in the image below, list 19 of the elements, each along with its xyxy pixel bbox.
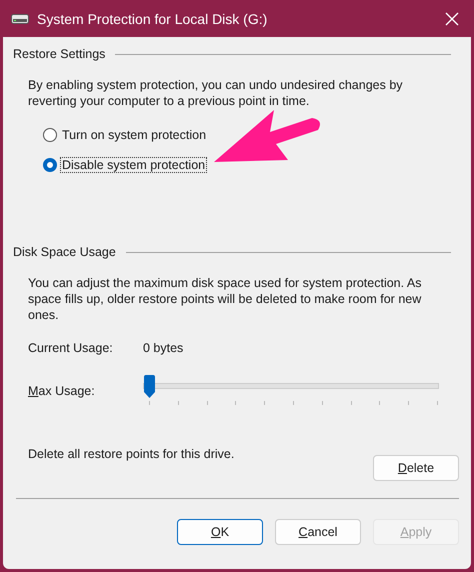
field-label: Max Usage:: [28, 384, 96, 398]
window-title: System Protection for Local Disk (G:): [37, 10, 268, 26]
radio-label[interactable]: Turn on system protection: [60, 127, 208, 143]
radio-button[interactable]: [43, 158, 57, 172]
dialog-button[interactable]: OK: [177, 519, 263, 545]
radio-label[interactable]: Disable system protection: [60, 157, 208, 173]
drive-icon: [11, 14, 29, 24]
section-heading: Restore Settings: [13, 47, 106, 61]
close-icon[interactable]: [445, 12, 459, 26]
field-value: 0 bytes: [143, 341, 184, 355]
delete-button[interactable]: Delete: [373, 455, 459, 481]
slider-thumb[interactable]: [143, 375, 156, 399]
description-text: You can adjust the maximum disk space used for system protection. As space fills up, older restore points will be deleted to make room for new ones.: [28, 275, 422, 323]
section-heading: Disk Space Usage: [13, 245, 116, 259]
radio-button[interactable]: [43, 128, 57, 142]
field-label: Current Usage:: [28, 341, 114, 355]
dialog-button[interactable]: Cancel: [275, 519, 361, 545]
description-text: Delete all restore points for this drive.: [28, 447, 234, 461]
description-text: By enabling system protection, you can undo undesired changes by reverting your computer to a previous point in time.: [28, 77, 404, 109]
